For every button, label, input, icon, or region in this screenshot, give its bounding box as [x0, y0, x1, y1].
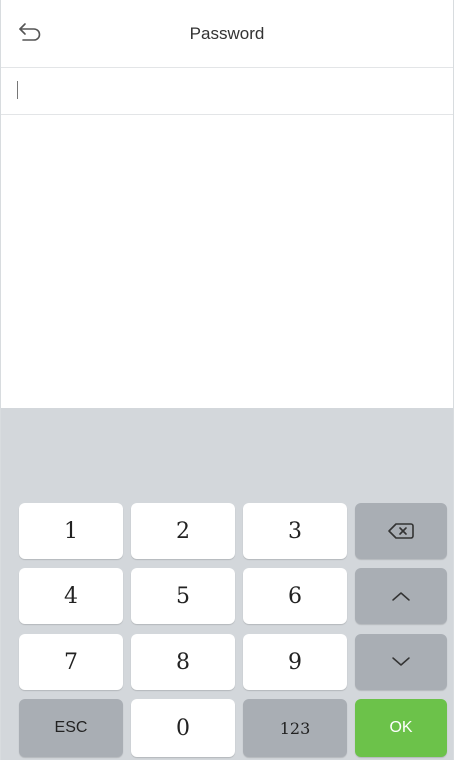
key-6[interactable]: 6	[243, 568, 347, 624]
header-bar: Password	[1, 0, 453, 68]
key-1[interactable]: 1	[19, 503, 123, 559]
page-title: Password	[189, 24, 265, 43]
backspace-button[interactable]	[355, 503, 447, 559]
up-button[interactable]	[355, 568, 447, 624]
key-4[interactable]: 4	[19, 568, 123, 624]
key-3[interactable]: 3	[243, 503, 347, 559]
password-input-row	[1, 69, 453, 115]
password-screen: Password 1 2 3 4 5 6 7 8 9 ESC 0 123 OK	[0, 0, 454, 760]
key-0[interactable]: 0	[131, 699, 235, 757]
input-mode-button[interactable]: 123	[243, 699, 347, 757]
key-2[interactable]: 2	[131, 503, 235, 559]
backspace-icon	[387, 521, 415, 541]
key-5[interactable]: 5	[131, 568, 235, 624]
down-button[interactable]	[355, 634, 447, 690]
esc-button[interactable]: ESC	[19, 699, 123, 757]
ok-button[interactable]: OK	[355, 699, 447, 757]
key-7[interactable]: 7	[19, 634, 123, 690]
password-input[interactable]	[15, 77, 435, 107]
text-caret	[17, 81, 18, 99]
chevron-up-icon	[390, 589, 412, 603]
chevron-down-icon	[390, 655, 412, 669]
key-9[interactable]: 9	[243, 634, 347, 690]
key-8[interactable]: 8	[131, 634, 235, 690]
